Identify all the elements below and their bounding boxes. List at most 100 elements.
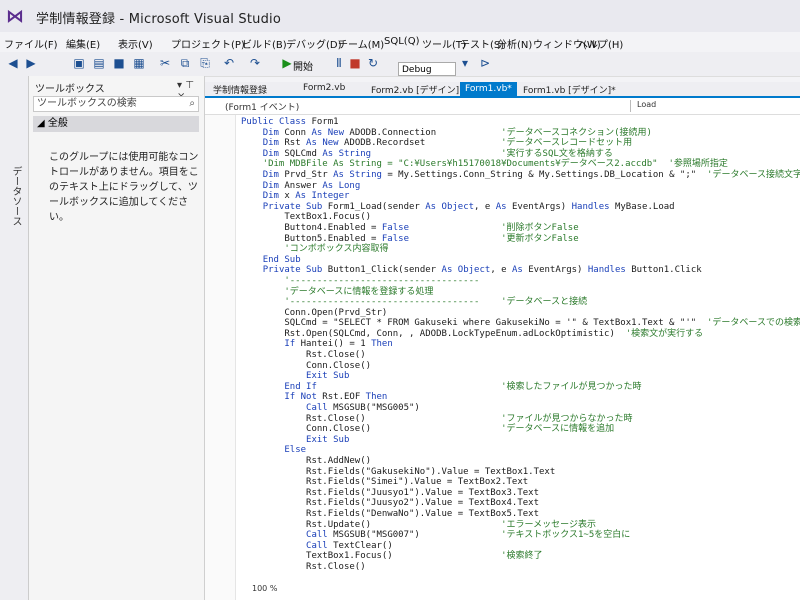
- code-line[interactable]: Exit Sub: [241, 371, 800, 382]
- code-text: TextBox1.Focus(): [241, 212, 372, 223]
- save-icon[interactable]: ■: [112, 56, 126, 70]
- code-editor[interactable]: Public Class Form1 Dim Conn As New ADODB…: [205, 115, 800, 600]
- toolbox-group-general[interactable]: ◢ 全般: [33, 116, 199, 132]
- zoom-level[interactable]: 100 %: [252, 584, 277, 593]
- window-title: 学制情報登録 - Microsoft Visual Studio: [36, 12, 281, 27]
- start-icon[interactable]: ▶: [280, 56, 294, 70]
- code-line[interactable]: If Not Rst.EOF Then: [241, 392, 800, 403]
- code-text: TextBox1.Focus(): [241, 551, 393, 562]
- code-line[interactable]: Rst.Fields("DenwaNo").Value = TextBox5.T…: [241, 509, 800, 520]
- restart-icon[interactable]: ↻: [366, 56, 380, 70]
- code-line[interactable]: Rst.Fields("GakusekiNo").Value = TextBox…: [241, 467, 800, 478]
- code-line[interactable]: Dim Rst As New ADODB.Recordset 'データベースレコ…: [241, 138, 800, 149]
- code-comment: 'データベースと接続: [501, 297, 588, 308]
- code-line[interactable]: Call MSGSUB("MSG005"): [241, 403, 800, 414]
- config-dropdown-arrow-icon[interactable]: ▾: [458, 56, 472, 70]
- toolbox-search-input[interactable]: ツールボックスの検索 ⌕: [33, 96, 199, 112]
- code-line[interactable]: Private Sub Button1_Click(sender As Obje…: [241, 265, 800, 276]
- code-line[interactable]: Private Sub Form1_Load(sender As Object,…: [241, 202, 800, 213]
- code-line[interactable]: Conn.Close(): [241, 361, 800, 372]
- tab-form2-vb[interactable]: Form2.vb: [303, 83, 345, 93]
- forward-icon[interactable]: ▶: [24, 56, 38, 70]
- undo-icon[interactable]: ↶: [222, 56, 236, 70]
- code-text: Conn.Close(): [241, 360, 372, 371]
- code-comment: '実行するSQL文を格納する: [501, 148, 613, 159]
- title-bar: ⋈ 学制情報登録 - Microsoft Visual Studio: [0, 0, 800, 32]
- start-button[interactable]: 開始: [293, 58, 313, 73]
- pause-icon[interactable]: Ⅱ: [332, 56, 346, 70]
- copy-icon[interactable]: ⧉: [178, 56, 192, 70]
- menu-sql[interactable]: SQL(Q): [384, 36, 419, 47]
- menu-analyze[interactable]: 分析(N): [497, 36, 532, 51]
- code-line[interactable]: 'Dim MDBFile As String = "C:¥Users¥h1517…: [241, 159, 800, 170]
- code-line[interactable]: Call MSGSUB("MSG007") 'テキストボックス1~5を空白に: [241, 530, 800, 541]
- code-text: Rst.Fields("GakusekiNo").Value = TextBox…: [241, 466, 556, 477]
- code-line[interactable]: TextBox1.Focus(): [241, 212, 800, 223]
- code-text: 'Dim MDBFile As String = "C:¥Users¥h1517…: [241, 159, 658, 170]
- menu-project[interactable]: プロジェクト(P): [171, 36, 245, 51]
- code-comment: '削除ボタンFalse: [501, 222, 579, 233]
- object-dropdown[interactable]: (Form1 イベント): [225, 100, 299, 113]
- code-line[interactable]: If Hantei() = 1 Then: [241, 339, 800, 350]
- menu-team[interactable]: チーム(M): [338, 36, 384, 51]
- menu-edit[interactable]: 編集(E): [66, 36, 100, 51]
- open-file-icon[interactable]: ▤: [92, 56, 106, 70]
- code-line[interactable]: Rst.Fields("Simei").Value = TextBox2.Tex…: [241, 477, 800, 488]
- code-line[interactable]: TextBox1.Focus() '検索終了: [241, 551, 800, 562]
- code-line[interactable]: Dim Prvd_Str As String = My.Settings.Con…: [241, 170, 800, 181]
- code-line[interactable]: 'データベースに情報を登録する処理: [241, 287, 800, 298]
- code-line[interactable]: Exit Sub: [241, 435, 800, 446]
- back-icon[interactable]: ◀: [6, 56, 20, 70]
- code-line[interactable]: Dim Conn As New ADODB.Connection 'データベース…: [241, 128, 800, 139]
- code-line[interactable]: Call TextClear(): [241, 541, 800, 552]
- solution-platforms-icon[interactable]: ⊳: [478, 56, 492, 70]
- tab-form2-design[interactable]: Form2.vb [デザイン]: [371, 83, 459, 96]
- code-line[interactable]: Else: [241, 445, 800, 456]
- code-line[interactable]: End If '検索したファイルが見つかった時: [241, 382, 800, 393]
- code-line[interactable]: Dim SQLCmd As String '実行するSQL文を格納する: [241, 149, 800, 160]
- menu-help[interactable]: ヘルプ(H): [578, 36, 623, 51]
- data-sources-tab[interactable]: データソース: [8, 166, 23, 226]
- code-line[interactable]: '----------------------------------- 'デー…: [241, 297, 800, 308]
- code-line[interactable]: Rst.Close(): [241, 350, 800, 361]
- code-line[interactable]: Rst.Update() 'エラーメッセージ表示: [241, 520, 800, 531]
- code-line[interactable]: End Sub: [241, 255, 800, 266]
- code-line[interactable]: Conn.Open(Prvd_Str): [241, 308, 800, 319]
- tab-form1-vb[interactable]: Form1.vb*: [460, 82, 517, 96]
- code-line[interactable]: Rst.Open(SQLCmd, Conn, , ADODB.LockTypeE…: [241, 329, 800, 340]
- code-lines[interactable]: Public Class Form1 Dim Conn As New ADODB…: [241, 117, 800, 573]
- member-dropdown[interactable]: Load: [637, 100, 656, 109]
- menu-view[interactable]: 表示(V): [118, 36, 153, 51]
- code-line[interactable]: Rst.Close(): [241, 562, 800, 573]
- code-text: Private Sub Button1_Click(sender As Obje…: [262, 265, 702, 276]
- code-line[interactable]: Dim x As Integer: [241, 191, 800, 202]
- solution-config-select[interactable]: Debug: [398, 62, 456, 76]
- code-line[interactable]: Rst.Close() 'ファイルが見つからなかった時: [241, 414, 800, 425]
- cut-icon[interactable]: ✂: [158, 56, 172, 70]
- code-line[interactable]: SQLCmd = "SELECT * FROM Gakuseki where G…: [241, 318, 800, 329]
- code-line[interactable]: Button4.Enabled = False '削除ボタンFalse: [241, 223, 800, 234]
- new-project-icon[interactable]: ▣: [72, 56, 86, 70]
- paste-icon[interactable]: ⎘: [198, 56, 212, 70]
- menu-debug[interactable]: デバッグ(D): [286, 36, 342, 51]
- code-line[interactable]: Rst.Fields("Juusyo1").Value = TextBox3.T…: [241, 488, 800, 499]
- code-line[interactable]: Rst.AddNew(): [241, 456, 800, 467]
- code-line[interactable]: Rst.Fields("Juusyo2").Value = TextBox4.T…: [241, 498, 800, 509]
- visual-studio-logo-icon: ⋈: [6, 6, 24, 27]
- code-line[interactable]: '-----------------------------------: [241, 276, 800, 287]
- redo-icon[interactable]: ↷: [248, 56, 262, 70]
- code-text: Rst.Fields("Simei").Value = TextBox2.Tex…: [241, 477, 529, 488]
- menu-build[interactable]: ビルド(B): [242, 36, 287, 51]
- code-line[interactable]: Button5.Enabled = False '更新ボタンFalse: [241, 234, 800, 245]
- code-line[interactable]: 'コンボボックス内容取得: [241, 244, 800, 255]
- tab-form1-design[interactable]: Form1.vb [デザイン]*: [523, 83, 616, 96]
- tab-gakusei-joho[interactable]: 学制情報登録: [213, 83, 267, 96]
- menu-file[interactable]: ファイル(F): [4, 36, 58, 51]
- stop-icon[interactable]: ■: [348, 56, 362, 70]
- save-all-icon[interactable]: ▦: [132, 56, 146, 70]
- code-line[interactable]: Public Class Form1: [241, 117, 800, 128]
- search-icon[interactable]: ⌕: [189, 97, 195, 111]
- toolbox-panel: ツールボックス ▾ ⊤ × ツールボックスの検索 ⌕ ◢ 全般 このグループには…: [29, 76, 205, 600]
- code-line[interactable]: Dim Answer As Long: [241, 181, 800, 192]
- code-line[interactable]: Conn.Close() 'データベースに情報を追加: [241, 424, 800, 435]
